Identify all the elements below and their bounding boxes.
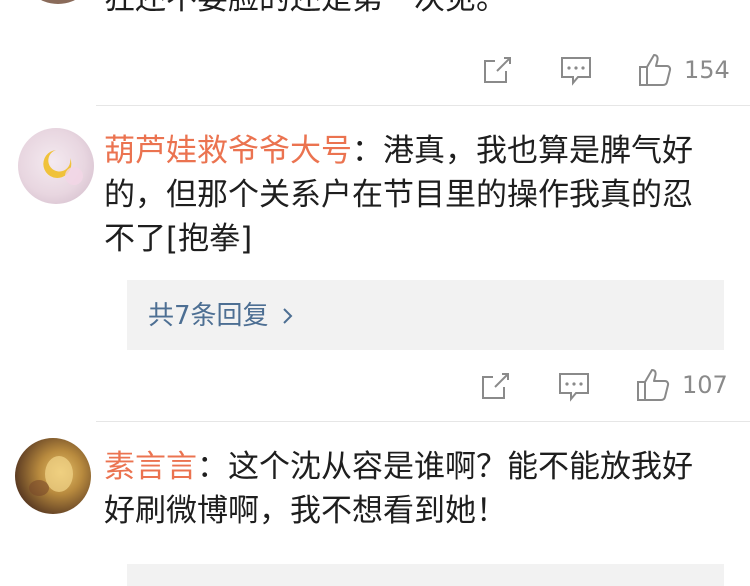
like-button[interactable]: 107	[636, 368, 728, 402]
comment-button[interactable]	[560, 56, 592, 86]
like-count: 154	[684, 56, 730, 84]
comment-line-1: 素言言：这个沈从容是谁啊？能不能放我好	[104, 449, 693, 485]
share-icon	[482, 373, 509, 399]
comment-text: 港真，我也算是脾气好	[383, 133, 693, 169]
avatar-image	[29, 456, 73, 496]
like-count: 107	[682, 371, 728, 399]
view-replies-link[interactable]: 共7条回复	[148, 303, 295, 329]
comment-0: 狂还不要脸的还是第一次见。 154	[0, 0, 750, 106]
avatar[interactable]	[18, 128, 94, 204]
avatar[interactable]	[15, 438, 91, 514]
avatar-image	[43, 150, 83, 185]
comment-text: 狂还不要脸的还是第一次见。	[104, 0, 507, 21]
replies-box[interactable]	[127, 564, 724, 586]
comment-line-3: 不了[抱拳]	[104, 221, 253, 257]
username-link[interactable]: 葫芦娃救爷爷大号	[104, 133, 352, 169]
repost-button[interactable]	[480, 371, 512, 401]
comment-icon	[559, 373, 589, 402]
thumbs-up-icon	[637, 369, 670, 401]
thumbs-up-icon	[639, 54, 672, 86]
comment-1: 葫芦娃救爷爷大号：港真，我也算是脾气好 的，但那个关系户在节目里的操作我真的忍 …	[0, 106, 750, 422]
share-icon	[484, 57, 511, 83]
comment-line-1: 葫芦娃救爷爷大号：港真，我也算是脾气好	[104, 133, 693, 169]
comment-line-2: 好刷微博啊，我不想看到她！	[104, 493, 507, 529]
replies-box[interactable]: 共7条回复	[127, 280, 724, 350]
comment-line-2: 的，但那个关系户在节目里的操作我真的忍	[104, 177, 693, 213]
comment-text: 这个沈从容是谁啊？能不能放我好	[228, 449, 693, 485]
username-link[interactable]: 素言言	[104, 449, 197, 485]
comment-button[interactable]	[558, 372, 590, 402]
like-button[interactable]: 154	[638, 53, 730, 87]
chevron-right-icon	[282, 308, 292, 324]
repost-button[interactable]	[482, 55, 514, 85]
comment-icon	[561, 57, 591, 86]
avatar[interactable]	[20, 0, 96, 4]
comment-2: 素言言：这个沈从容是谁啊？能不能放我好 好刷微博啊，我不想看到她！	[0, 422, 750, 586]
